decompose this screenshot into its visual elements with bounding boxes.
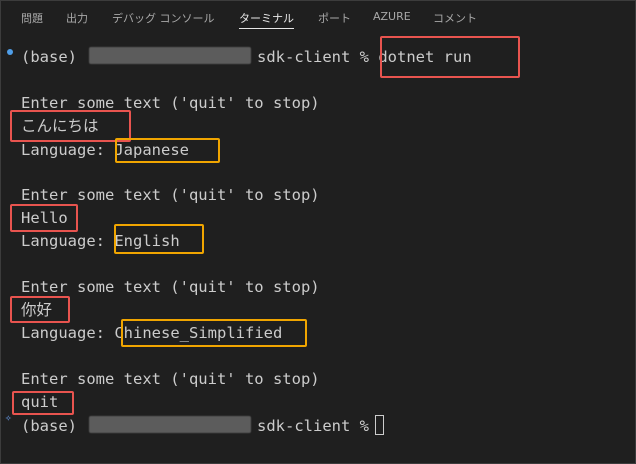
terminal-cursor	[374, 415, 384, 435]
working-dir: sdk-client %	[257, 48, 369, 66]
tab-output[interactable]: 出力	[66, 10, 88, 30]
prompt-line: Enter some text ('quit' to stop)	[21, 278, 320, 296]
sparkle-icon[interactable]: ✧	[5, 412, 12, 424]
prompt-line: Enter some text ('quit' to stop)	[21, 370, 320, 388]
highlight-quit	[12, 391, 74, 415]
tab-debug-console[interactable]: デバッグ コンソール	[112, 10, 215, 30]
terminal-output[interactable]: (base) sdk-client % dotnet run Enter some…	[0, 34, 636, 464]
working-dir: sdk-client %	[257, 417, 369, 435]
prompt-line: Enter some text ('quit' to stop)	[21, 186, 320, 204]
highlight-language	[114, 224, 204, 254]
highlight-language	[115, 138, 220, 163]
panel-tab-bar: 問題 出力 デバッグ コンソール ターミナル ポート AZURE コメント	[0, 0, 636, 34]
conda-env: (base)	[21, 48, 77, 66]
tab-terminal[interactable]: ターミナル	[239, 10, 294, 30]
tab-ports[interactable]: ポート	[318, 10, 351, 30]
language-label: Language:	[21, 324, 105, 342]
tab-problems[interactable]: 問題	[21, 10, 43, 30]
language-label: Language:	[21, 141, 105, 159]
language-label: Language:	[21, 232, 105, 250]
command-status-dot-icon[interactable]	[7, 49, 13, 55]
highlight-input	[10, 204, 78, 232]
tab-comments[interactable]: コメント	[433, 10, 477, 30]
highlight-command	[380, 36, 520, 78]
redacted-hostname	[89, 47, 251, 64]
final-prompt-line: (base) sdk-client %	[21, 415, 384, 435]
redacted-hostname	[89, 416, 251, 433]
highlight-input	[10, 296, 70, 323]
tab-azure[interactable]: AZURE	[373, 10, 411, 30]
conda-env: (base)	[21, 417, 77, 435]
highlight-language	[121, 319, 307, 347]
highlight-input	[10, 110, 131, 142]
